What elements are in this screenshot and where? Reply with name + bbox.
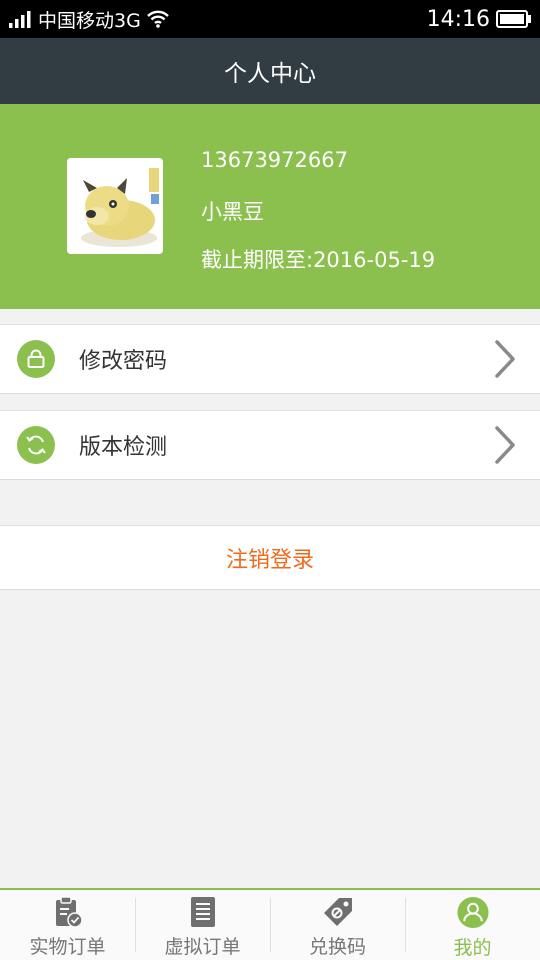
tab-mine[interactable]: 我的 [405, 890, 540, 960]
avatar-dog-image [67, 158, 163, 254]
tab-label: 我的 [453, 937, 492, 959]
tab-label: 实物订单 [29, 936, 106, 958]
clock-text: 14:16 [426, 6, 490, 32]
clipboard-check-icon [55, 896, 83, 928]
tag-icon [323, 898, 352, 926]
chevron-right-icon [495, 426, 515, 464]
tab-redeem-code[interactable]: 兑换码 [270, 890, 405, 960]
logout-button[interactable]: 注销登录 [0, 525, 540, 590]
status-right: 14:16 [427, 7, 532, 32]
profile-expiry: 截止期限至:2016-05-19 [201, 248, 436, 272]
document-icon [190, 897, 215, 927]
user-icon [456, 896, 489, 929]
carrier-text: 中国移动3G [38, 9, 141, 32]
lock-icon [17, 340, 55, 378]
tab-label: 虚拟订单 [164, 936, 241, 958]
wifi-icon [146, 10, 169, 28]
profile-header: 13673972667 小黑豆 截止期限至:2016-05-19 [0, 104, 540, 309]
tab-virtual-orders[interactable]: 虚拟订单 [135, 890, 270, 960]
menu-item-change-password[interactable]: 修改密码 [0, 324, 540, 394]
page-title: 个人中心 [224, 61, 316, 87]
profile-nickname: 小黑豆 [201, 200, 264, 224]
tab-physical-orders[interactable]: 实物订单 [0, 890, 135, 960]
status-bar: 中国移动3G 14:16 [0, 0, 540, 38]
chevron-right-icon [495, 340, 515, 378]
menu-item-version-check[interactable]: 版本检测 [0, 410, 540, 480]
bottom-tab-bar: 实物订单 虚拟订单 兑换码 我的 [0, 888, 540, 960]
refresh-icon [17, 426, 55, 464]
avatar[interactable] [67, 158, 163, 254]
status-left: 中国移动3G [8, 6, 169, 33]
tab-label: 兑换码 [308, 936, 366, 958]
profile-phone: 13673972667 [201, 148, 348, 172]
title-bar: 个人中心 [0, 38, 540, 104]
battery-icon [496, 10, 531, 28]
menu-item-label: 版本检测 [79, 435, 168, 460]
signal-icon [9, 11, 31, 28]
logout-label: 注销登录 [225, 547, 314, 573]
menu-item-label: 修改密码 [79, 349, 168, 374]
